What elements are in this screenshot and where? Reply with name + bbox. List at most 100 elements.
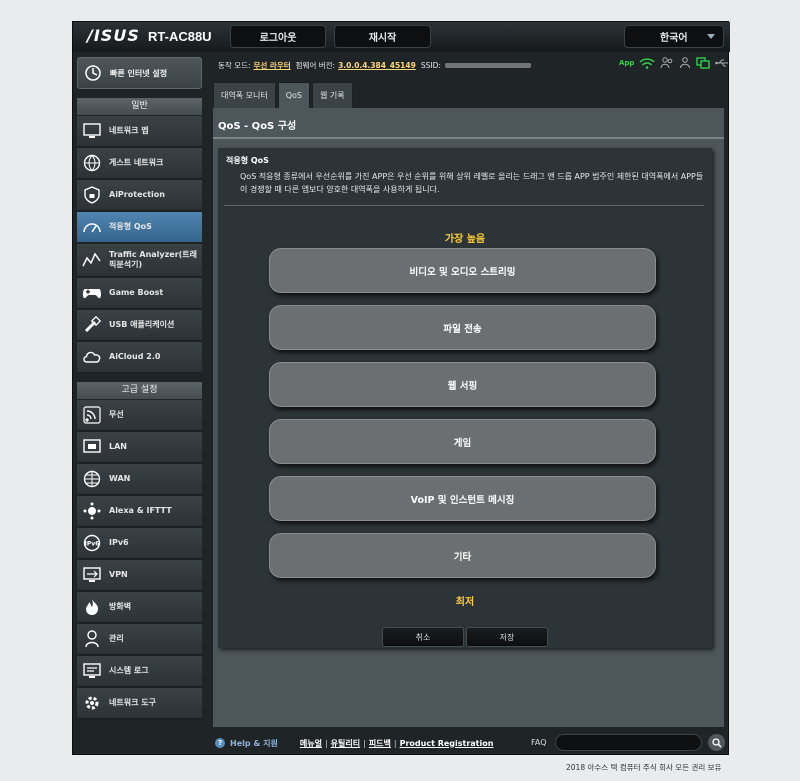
usb-status-icon[interactable] (715, 58, 729, 68)
sidebar-item-adaptive-qos[interactable]: 적응형 QoS (77, 212, 202, 243)
sidebar-item-label: LAN (109, 442, 127, 451)
priority-category-item[interactable]: 웹 서핑 (269, 362, 656, 407)
priority-category-item[interactable]: 기타 (269, 533, 656, 578)
wifi-status-icon[interactable] (639, 57, 655, 69)
copyright-text: 2018 아수스 텍 컴퓨터 주식 회사 모든 권리 보유 (566, 763, 722, 772)
system-log-icon (81, 660, 103, 682)
tab-web-history[interactable]: 웹 기록 (311, 82, 353, 108)
sidebar-item-vpn[interactable]: VPN (77, 560, 202, 591)
cancel-button[interactable]: 취소 (382, 627, 464, 647)
wireless-icon (81, 404, 103, 426)
status-icons: App (619, 57, 729, 69)
search-button[interactable] (708, 734, 725, 751)
sidebar-item-label: 무선 (109, 410, 124, 419)
priority-category-item[interactable]: 파일 전송 (269, 305, 656, 350)
tab-qos[interactable]: QoS (277, 82, 310, 108)
product-registration-link[interactable]: Product Registration (400, 739, 494, 748)
vpn-icon (81, 564, 103, 586)
globe-icon (81, 468, 103, 490)
sidebar-item-label: AiProtection (109, 190, 165, 199)
highest-priority-label: 가장 높음 (444, 234, 486, 245)
sidebar-item-label: 방화벽 (109, 602, 132, 611)
lan-icon (81, 436, 103, 458)
sidebar-item-label: USB 애플리케이션 (109, 320, 175, 329)
ipv6-icon: IPv6 (81, 532, 103, 554)
help-label: Help & 지원 (230, 738, 278, 748)
alexa-icon (81, 500, 103, 522)
save-button[interactable]: 저장 (466, 627, 548, 647)
section-description: QoS 적응형 종류에서 우선순위를 가진 APP은 우선 순위를 위해 상위 … (240, 172, 704, 194)
sidebar-item-firewall[interactable]: 방화벽 (77, 592, 202, 623)
sidebar-item-label: 시스템 로그 (109, 666, 149, 675)
users-icon[interactable] (660, 57, 674, 69)
traffic-analyzer-icon (81, 249, 103, 271)
sidebar-item-lan[interactable]: LAN (77, 432, 202, 463)
user-icon[interactable] (679, 57, 691, 69)
sidebar-item-network-tools[interactable]: 네트워크 도구 (77, 688, 202, 719)
asus-logo: /ISUS (87, 26, 140, 45)
sidebar-item-guest-network[interactable]: 게스트 네트워크 (77, 148, 202, 179)
sidebar-item-administration[interactable]: 관리 (77, 624, 202, 655)
priority-category-item[interactable]: VoIP 및 인스턴트 메시징 (269, 476, 656, 521)
section-title: 적응형 QoS (226, 156, 269, 165)
feedback-link[interactable]: 피드백 (369, 738, 391, 749)
reboot-button[interactable]: 재시작 (334, 25, 431, 48)
manual-link[interactable]: 메뉴얼 (300, 738, 322, 749)
help-support-link[interactable]: ? Help & 지원 (215, 738, 278, 749)
sidebar-item-ipv6[interactable]: IPv6 IPv6 (77, 528, 202, 559)
help-icon: ? (215, 738, 225, 748)
network-tools-icon (81, 692, 103, 714)
sidebar-item-label: AiCloud 2.0 (109, 352, 161, 361)
page-title: QoS - QoS 구성 (218, 121, 297, 132)
sidebar-item-alexa-ifttt[interactable]: Alexa & IFTTT (77, 496, 202, 527)
qos-gauge-icon (81, 216, 103, 238)
tab-bar: 대역폭 모니터 QoS 웹 기록 (213, 82, 355, 108)
language-select[interactable]: 한국어 (624, 25, 724, 48)
guest-network-icon (81, 152, 103, 174)
sidebar-item-label: 관리 (109, 634, 124, 643)
priority-category-item[interactable]: 비디오 및 오디오 스트리밍 (269, 248, 656, 293)
sidebar-item-network-map[interactable]: 네트워크 맵 (77, 116, 202, 147)
mode-value-link[interactable]: 무선 라우터 (254, 60, 291, 71)
priority-category-item[interactable]: 게임 (269, 419, 656, 464)
divider (224, 205, 704, 206)
sidebar-item-wireless[interactable]: 무선 (77, 400, 202, 431)
sidebar-item-traffic-analyzer[interactable]: Traffic Analyzer(트래픽분석기) (77, 244, 202, 277)
sidebar-item-label: WAN (109, 474, 131, 483)
firmware-value-link[interactable]: 3.0.0.4.384_45149 (338, 61, 416, 70)
app-status[interactable]: App (619, 59, 634, 67)
faq-search-input[interactable] (555, 734, 702, 751)
language-value: 한국어 (660, 33, 688, 44)
sidebar-item-wan[interactable]: WAN (77, 464, 202, 495)
lowest-priority-label: 최저 (455, 597, 475, 608)
divider (213, 137, 724, 139)
devices-icon[interactable] (696, 57, 711, 69)
shield-icon (81, 184, 103, 206)
sidebar-item-label: Alexa & IFTTT (109, 506, 172, 515)
sidebar-item-aicloud[interactable]: AiCloud 2.0 (77, 342, 202, 373)
gamepad-icon (81, 282, 103, 304)
sidebar-item-game-boost[interactable]: Game Boost (77, 278, 202, 309)
sidebar-item-label: 네트워크 도구 (109, 698, 156, 707)
faq-label: FAQ (531, 738, 547, 747)
sidebar-item-label: 게스트 네트워크 (109, 158, 164, 167)
admin-icon (81, 628, 103, 650)
sidebar-item-label: Game Boost (109, 288, 164, 297)
svg-text:IPv6: IPv6 (85, 541, 100, 548)
logout-button[interactable]: 로그아웃 (230, 25, 326, 48)
tab-bandwidth-monitor[interactable]: 대역폭 모니터 (213, 82, 276, 108)
router-admin-window: /ISUS RT-AC88U 로그아웃 재시작 한국어 빠른 인터넷 설정 일반… (72, 21, 730, 755)
sidebar-item-aiprotection[interactable]: AiProtection (77, 180, 202, 211)
footer: ? Help & 지원 메뉴얼 | 유틸리티 | 피드백 | Product R… (213, 732, 725, 754)
usb-icon (81, 314, 103, 336)
content-panel: QoS - QoS 구성 적응형 QoS QoS 적응형 종류에서 우선순위를 … (213, 108, 724, 727)
sidebar-item-label: Traffic Analyzer(트래픽분석기) (109, 250, 198, 269)
sidebar-item-label: VPN (109, 570, 128, 579)
sidebar-item-system-log[interactable]: 시스템 로그 (77, 656, 202, 687)
top-bar: /ISUS RT-AC88U 로그아웃 재시작 한국어 (73, 22, 730, 52)
utility-link[interactable]: 유틸리티 (331, 738, 360, 749)
sidebar-item-usb-applications[interactable]: USB 애플리케이션 (77, 310, 202, 341)
firmware-label: 펌웨어 버전: (295, 60, 336, 70)
ssid-value-redacted[interactable] (444, 62, 531, 68)
quick-internet-setup-button[interactable]: 빠른 인터넷 설정 (77, 57, 202, 89)
